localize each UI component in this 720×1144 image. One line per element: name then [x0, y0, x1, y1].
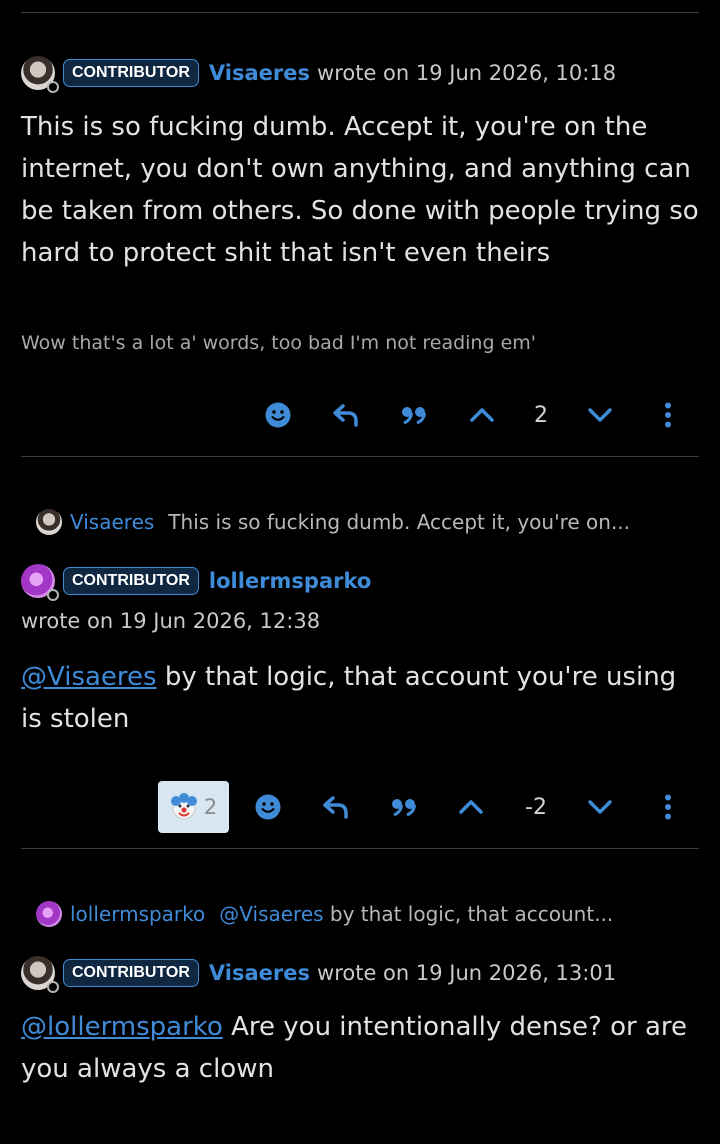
reply-context[interactable]: Visaeres This is so fucking dumb. Accept…	[36, 509, 630, 535]
comment-header: CONTRIBUTOR lollermsparko	[21, 564, 371, 601]
context-author[interactable]: Visaeres	[70, 510, 154, 534]
context-excerpt: This is so fucking dumb. Accept it, you'…	[168, 510, 631, 534]
reply-icon	[323, 796, 348, 819]
emoji-react-button[interactable]	[258, 395, 298, 435]
comment-header: CONTRIBUTOR Visaeres wrote on 19 Jun 202…	[21, 956, 616, 993]
post-timestamp[interactable]: wrote on 19 Jun 2026, 13:01	[317, 961, 616, 985]
avatar	[36, 509, 62, 535]
post-timestamp[interactable]: wrote on 19 Jun 2026, 10:18	[317, 61, 616, 85]
comment-body: @Visaeres by that logic, that account yo…	[21, 656, 701, 740]
reply-button[interactable]	[316, 787, 356, 827]
quote-icon	[392, 799, 416, 816]
divider	[21, 456, 699, 457]
divider	[21, 12, 699, 13]
comment-body: @lollermsparko Are you intentionally den…	[21, 1006, 701, 1090]
contributor-badge: CONTRIBUTOR	[63, 567, 199, 595]
vote-count: 2	[534, 403, 548, 428]
downvote-button[interactable]	[580, 787, 620, 827]
author-name[interactable]: lollermsparko	[209, 569, 371, 593]
reaction-chip[interactable]: 2	[158, 781, 229, 833]
status-dot	[47, 981, 59, 993]
more-vertical-icon	[665, 402, 671, 428]
contributor-badge: CONTRIBUTOR	[63, 59, 199, 87]
context-mention: @Visaeres	[219, 902, 324, 926]
context-excerpt: @Visaeres by that logic, that account...	[219, 902, 613, 926]
more-vertical-icon	[665, 794, 671, 820]
mention-link[interactable]: @lollermsparko	[21, 1012, 223, 1042]
avatar[interactable]	[21, 956, 59, 993]
post-timestamp[interactable]: wrote on 19 Jun 2026, 12:38	[21, 609, 320, 633]
status-dot	[47, 589, 59, 601]
quote-button[interactable]	[384, 787, 424, 827]
more-options-button[interactable]	[648, 787, 688, 827]
mention-link[interactable]: @Visaeres	[21, 662, 157, 692]
downvote-button[interactable]	[580, 395, 620, 435]
status-dot	[47, 81, 59, 93]
more-options-button[interactable]	[648, 395, 688, 435]
chevron-down-icon	[588, 800, 612, 814]
avatar	[36, 901, 62, 927]
clown-emoji-icon	[170, 793, 197, 820]
author-name[interactable]: Visaeres	[209, 61, 310, 85]
signature: Wow that's a lot a' words, too bad I'm n…	[21, 332, 536, 354]
reaction-count: 2	[203, 795, 218, 819]
quote-button[interactable]	[394, 395, 434, 435]
avatar[interactable]	[21, 564, 59, 601]
timestamp-row: wrote on 19 Jun 2026, 12:38	[21, 609, 320, 633]
quote-icon	[402, 407, 426, 424]
avatar[interactable]	[21, 56, 59, 93]
vote-count: -2	[525, 795, 547, 820]
chevron-up-icon	[470, 408, 494, 422]
context-excerpt-text: by that logic, that account...	[323, 902, 614, 926]
reply-icon	[333, 404, 358, 427]
upvote-button[interactable]	[462, 395, 502, 435]
chevron-down-icon	[588, 408, 612, 422]
reply-context[interactable]: lollermsparko @Visaeres by that logic, t…	[36, 901, 613, 927]
emoji-react-button[interactable]	[248, 787, 288, 827]
comment-header: CONTRIBUTOR Visaeres wrote on 19 Jun 202…	[21, 56, 616, 93]
chevron-up-icon	[459, 800, 483, 814]
author-name[interactable]: Visaeres	[209, 961, 310, 985]
divider	[21, 848, 699, 849]
smile-icon	[265, 402, 291, 428]
upvote-button[interactable]	[451, 787, 491, 827]
comment-body: This is so fucking dumb. Accept it, you'…	[21, 112, 699, 268]
reply-button[interactable]	[326, 395, 366, 435]
smile-icon	[255, 794, 281, 820]
context-author[interactable]: lollermsparko	[70, 902, 205, 926]
contributor-badge: CONTRIBUTOR	[63, 959, 199, 987]
